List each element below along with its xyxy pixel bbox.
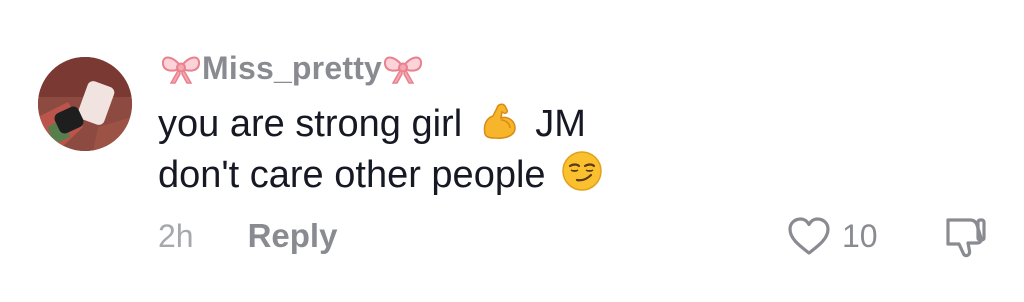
dislike-button[interactable] [940, 212, 990, 260]
heart-outline-icon [788, 217, 830, 255]
smirking-face-emoji [562, 151, 602, 191]
like-button[interactable]: 10 [786, 212, 878, 260]
ribbon-bow-icon [161, 56, 201, 84]
comment-line-2: don't care other people [158, 149, 858, 200]
comment-text: you are strong girl JM don't care other … [158, 98, 858, 200]
comment-item: Miss_pretty you are strong girl JM don't… [0, 0, 1024, 302]
avatar[interactable] [38, 57, 132, 151]
comment-text-part: JM [535, 103, 586, 145]
comment-meta: 2h Reply [158, 214, 337, 258]
reply-button[interactable]: Reply [248, 217, 338, 255]
flexed-biceps-emoji [483, 103, 516, 139]
thumbs-down-icon [946, 218, 986, 258]
like-count: 10 [842, 217, 878, 254]
ribbon-bow-icon [384, 56, 423, 84]
comment-line-1: you are strong girl JM [158, 98, 858, 149]
comment-text-part: you are strong girl [158, 103, 463, 145]
avatar-image [38, 57, 132, 151]
timestamp: 2h [158, 217, 194, 254]
comment-text-part: don't care other people [158, 154, 546, 196]
username[interactable]: Miss_pretty [202, 50, 382, 87]
username-row: Miss_pretty [158, 46, 426, 90]
